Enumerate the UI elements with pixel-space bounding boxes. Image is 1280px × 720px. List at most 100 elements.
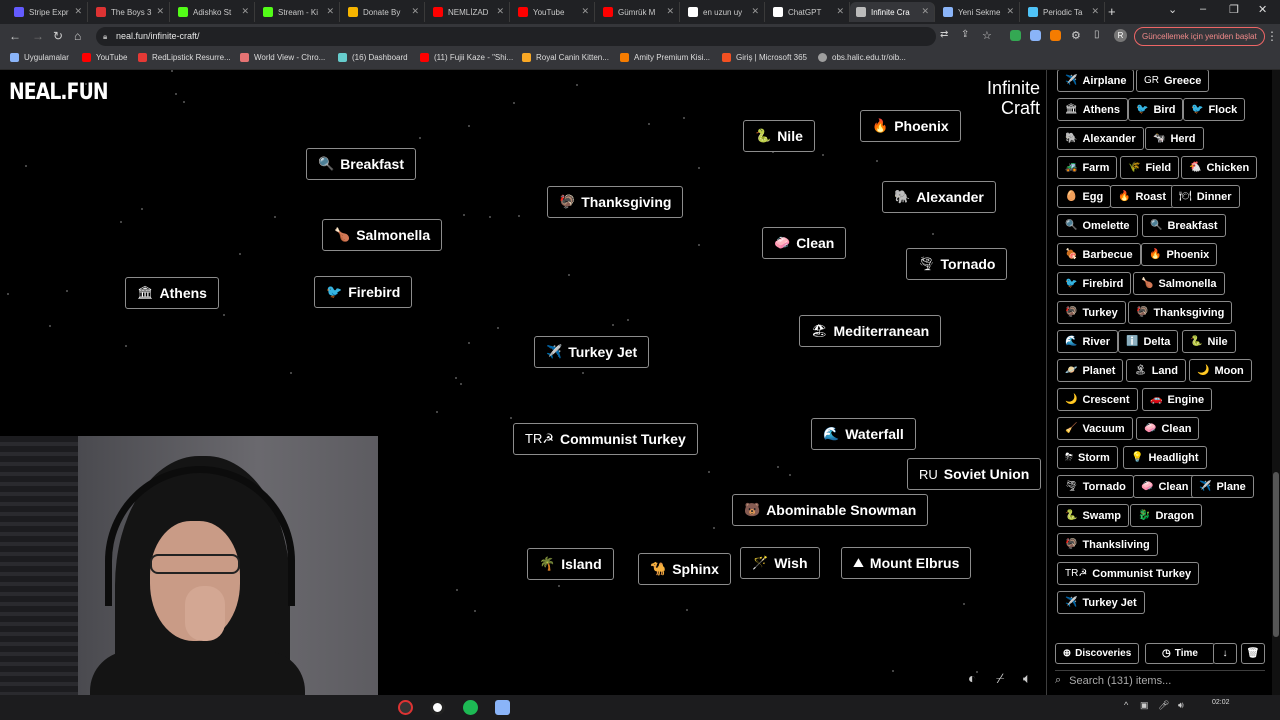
share-icon[interactable]: ⇪ — [961, 29, 969, 40]
canvas-element[interactable]: 🧼 Clean — [762, 227, 847, 259]
tab[interactable]: Periodic Ta ✕ — [1022, 2, 1105, 22]
tab[interactable]: Gümrük M ✕ — [597, 2, 680, 22]
close-icon[interactable]: ✕ — [411, 6, 419, 17]
sidebar-item[interactable]: ℹ️ Delta — [1118, 330, 1179, 353]
bookmark-item[interactable]: World View - Chro... — [240, 53, 325, 62]
sidebar-item[interactable]: ✈️ Plane — [1191, 475, 1254, 498]
sidebar-item[interactable]: 🌾 Field — [1120, 156, 1180, 179]
canvas-element[interactable]: 🐘 Alexander — [882, 181, 996, 213]
close-icon[interactable]: ✕ — [751, 6, 759, 17]
close-icon[interactable]: ✕ — [74, 6, 82, 17]
trash-button[interactable]: 🗑︎ — [1241, 643, 1265, 664]
bookmark-item[interactable]: YouTube — [82, 53, 127, 62]
canvas-element[interactable]: 🍗 Salmonella — [322, 219, 443, 251]
profile-avatar[interactable]: R — [1114, 29, 1127, 42]
canvas-element[interactable]: 🔥 Phoenix — [860, 110, 961, 142]
tab[interactable]: Adishko St ✕ — [172, 2, 255, 22]
canvas-element[interactable]: 🐻 Abominable Snowman — [732, 494, 929, 526]
sidebar-item[interactable]: 🔥 Roast — [1110, 185, 1175, 208]
extension-icon[interactable] — [1030, 30, 1041, 41]
close-icon[interactable]: ✕ — [156, 6, 164, 17]
sidebar-item[interactable]: 🐘 Alexander — [1057, 127, 1144, 150]
close-icon[interactable]: ✕ — [581, 6, 589, 17]
close-icon[interactable]: ✕ — [241, 6, 249, 17]
sidebar-item[interactable]: ✈️ Turkey Jet — [1057, 591, 1145, 614]
spotify-icon[interactable] — [463, 700, 478, 715]
new-tab-icon[interactable]: + — [1108, 4, 1116, 19]
sidebar-item[interactable]: 🍗 Salmonella — [1133, 272, 1225, 295]
home-icon[interactable]: ⌂ — [74, 29, 81, 43]
close-icon[interactable]: ✕ — [326, 6, 334, 17]
maximize-icon[interactable]: ❐ — [1229, 3, 1239, 16]
sidebar-item[interactable]: 🏝 Land — [1126, 359, 1186, 382]
dark-mode-icon[interactable]: ◐ — [968, 670, 976, 686]
close-icon[interactable]: ✕ — [1091, 6, 1099, 17]
sidebar-item[interactable]: 🧼 Clean — [1133, 475, 1197, 498]
tab[interactable]: NEMLİZAD ✕ — [427, 2, 510, 22]
sidebar-item[interactable]: 🌙 Crescent — [1057, 388, 1138, 411]
close-icon[interactable]: ✕ — [921, 6, 929, 17]
sidebar-item[interactable]: 🚜 Farm — [1057, 156, 1118, 179]
sort-by-time-button[interactable]: ◷ Time — [1145, 643, 1215, 664]
canvas-element[interactable]: 🌪 Tornado — [906, 248, 1008, 280]
sort-direction-button[interactable]: ↓ — [1213, 643, 1237, 664]
sidebar-item[interactable]: 🐉 Dragon — [1130, 504, 1202, 527]
tab-active[interactable]: Infinite Cra ✕ — [850, 2, 935, 22]
bookmark-item[interactable]: RedLipstick Resurre... — [138, 53, 231, 62]
bookmark-item[interactable]: (11) Fujii Kaze - "Shi... — [420, 53, 513, 62]
sidebar-item[interactable]: 🔍 Omelette — [1057, 214, 1138, 237]
sidebar-item[interactable]: 🐦 Bird — [1128, 98, 1184, 121]
sidebar-item[interactable]: 🪐 Planet — [1057, 359, 1124, 382]
sidebar-item[interactable]: 🌪 Tornado — [1057, 475, 1134, 498]
canvas-element[interactable]: 🪄 Wish — [740, 547, 820, 579]
sidebar-item[interactable]: 🐍 Nile — [1182, 330, 1236, 353]
forward-icon[interactable]: → — [32, 29, 44, 43]
canvas-element[interactable]: RU Soviet Union — [907, 458, 1042, 490]
canvas-element[interactable]: ⛰ Mount Elbrus — [841, 547, 972, 579]
obs-icon[interactable] — [398, 700, 413, 715]
bookmark-star-icon[interactable]: ☆ — [982, 29, 992, 42]
tab[interactable]: Stream - Ki ✕ — [257, 2, 340, 22]
tab[interactable]: YouTube ✕ — [512, 2, 595, 22]
extension-icon[interactable] — [1050, 30, 1061, 41]
lock-icon[interactable]: 🔒︎ — [103, 27, 107, 46]
canvas-element[interactable]: 🐦 Firebird — [314, 276, 413, 308]
sidebar-item[interactable]: ⛈ Storm — [1057, 446, 1118, 469]
extension-icon[interactable] — [1010, 30, 1021, 41]
tab[interactable]: Stripe Expr ✕ — [8, 2, 88, 22]
tab[interactable]: en uzun uy ✕ — [682, 2, 765, 22]
translate-icon[interactable]: ⇄ — [940, 29, 948, 40]
sidebar-item[interactable]: 🦃 Thanksliving — [1057, 533, 1158, 556]
sidebar-item[interactable]: TR☭ Communist Turkey — [1057, 562, 1200, 585]
tab[interactable]: ChatGPT ✕ — [767, 2, 850, 22]
sound-icon[interactable]: 🔈︎ — [1023, 670, 1031, 687]
app-icon[interactable] — [495, 700, 510, 715]
canvas-element[interactable]: 🏖 Mediterranean — [799, 315, 942, 347]
sidebar-item[interactable]: 🧹 Vacuum — [1057, 417, 1133, 440]
sidebar-item[interactable]: 🔍 Breakfast — [1142, 214, 1226, 237]
canvas-element[interactable]: 🐪 Sphinx — [638, 553, 731, 585]
sidebar-item[interactable]: 🐦 Flock — [1183, 98, 1246, 121]
minimize-icon[interactable]: – — [1200, 3, 1206, 15]
sidebar-item[interactable]: 🔥 Phoenix — [1141, 243, 1218, 266]
volume-icon[interactable]: 🔊︎ — [1178, 700, 1184, 711]
tray-icon[interactable]: ▣ — [1140, 700, 1149, 711]
close-icon[interactable]: ✕ — [666, 6, 674, 17]
extensions-puzzle-icon[interactable]: ⚙ — [1071, 29, 1081, 42]
reload-icon[interactable]: ↻ — [53, 29, 63, 43]
update-button[interactable]: Güncellemek için yeniden başlat — [1134, 27, 1265, 46]
bookmark-item[interactable]: obs.halic.edu.tr/oib... — [818, 53, 906, 62]
canvas-element[interactable]: 🦃 Thanksgiving — [547, 186, 684, 218]
sidebar-item[interactable]: 💡 Headlight — [1123, 446, 1207, 469]
canvas-element[interactable]: TR☭ Communist Turkey — [513, 423, 698, 455]
tab-list-icon[interactable]: ⌄ — [1168, 3, 1177, 16]
sidebar-item[interactable]: 🍖 Barbecue — [1057, 243, 1141, 266]
bookmark-item[interactable]: Uygulamalar — [10, 53, 69, 62]
close-icon[interactable]: ✕ — [836, 6, 844, 17]
bookmark-item[interactable]: Amity Premium Kisi... — [620, 53, 710, 62]
close-window-icon[interactable]: ✕ — [1258, 3, 1267, 16]
close-icon[interactable]: ✕ — [496, 6, 504, 17]
site-logo[interactable]: NEAL.FUN — [9, 80, 109, 105]
bookmark-item[interactable]: (16) Dashboard — [338, 53, 408, 62]
sidebar-item[interactable]: 🐔 Chicken — [1181, 156, 1258, 179]
